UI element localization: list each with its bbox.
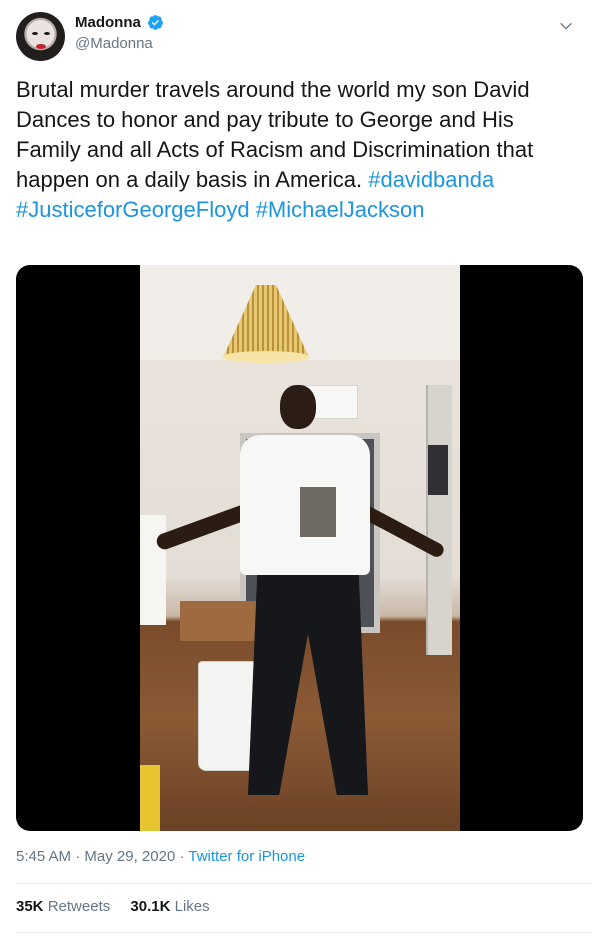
- verified-badge-icon: [148, 15, 164, 31]
- tweet-stats: 35K Retweets 30.1K Likes: [16, 898, 226, 915]
- video-frame: [140, 265, 460, 831]
- author-display-name[interactable]: Madonna: [75, 14, 141, 31]
- hashtag-link[interactable]: #MichaelJackson: [256, 197, 425, 222]
- scene-lamp-glow: [222, 351, 310, 363]
- hashtag-link[interactable]: #JusticeforGeorgeFloyd: [16, 197, 250, 222]
- chevron-down-icon[interactable]: [558, 18, 574, 34]
- tweet-meta: 5:45 AM · May 29, 2020 · Twitter for iPh…: [16, 848, 305, 865]
- likes-count: 30.1K: [130, 898, 171, 915]
- tweet-text: Brutal murder travels around the world m…: [16, 75, 576, 225]
- avatar-eye: [44, 32, 50, 35]
- avatar-eye: [32, 32, 38, 35]
- tweet-source-link[interactable]: Twitter for iPhone: [188, 848, 305, 865]
- avatar-lips: [36, 44, 46, 49]
- tweet-video[interactable]: [16, 265, 583, 831]
- scene-yellow-object: [140, 765, 160, 831]
- author-block[interactable]: Madonna @Madonna: [75, 14, 164, 52]
- avatar[interactable]: [16, 12, 65, 61]
- meta-separator: ·: [175, 848, 189, 865]
- likes-label: Likes: [174, 898, 210, 915]
- tweet-date[interactable]: May 29, 2020: [84, 848, 175, 865]
- tweet-time[interactable]: 5:45 AM: [16, 848, 71, 865]
- dancer-head: [280, 385, 316, 429]
- divider: [16, 932, 592, 933]
- scene-oven: [428, 445, 448, 495]
- likes-stat[interactable]: 30.1K Likes: [130, 898, 209, 915]
- scene-counter: [140, 515, 166, 625]
- retweets-count: 35K: [16, 898, 44, 915]
- scene-cabinet: [426, 385, 452, 655]
- retweets-stat[interactable]: 35K Retweets: [16, 898, 110, 915]
- tweet-header: Madonna @Madonna: [16, 12, 576, 62]
- meta-separator: ·: [71, 848, 85, 865]
- divider: [16, 883, 592, 884]
- author-handle[interactable]: @Madonna: [75, 35, 164, 52]
- dancer-shirt-print: [300, 487, 336, 537]
- dancer-legs: [248, 565, 368, 795]
- retweets-label: Retweets: [47, 898, 111, 915]
- hashtag-link[interactable]: #davidbanda: [368, 167, 494, 192]
